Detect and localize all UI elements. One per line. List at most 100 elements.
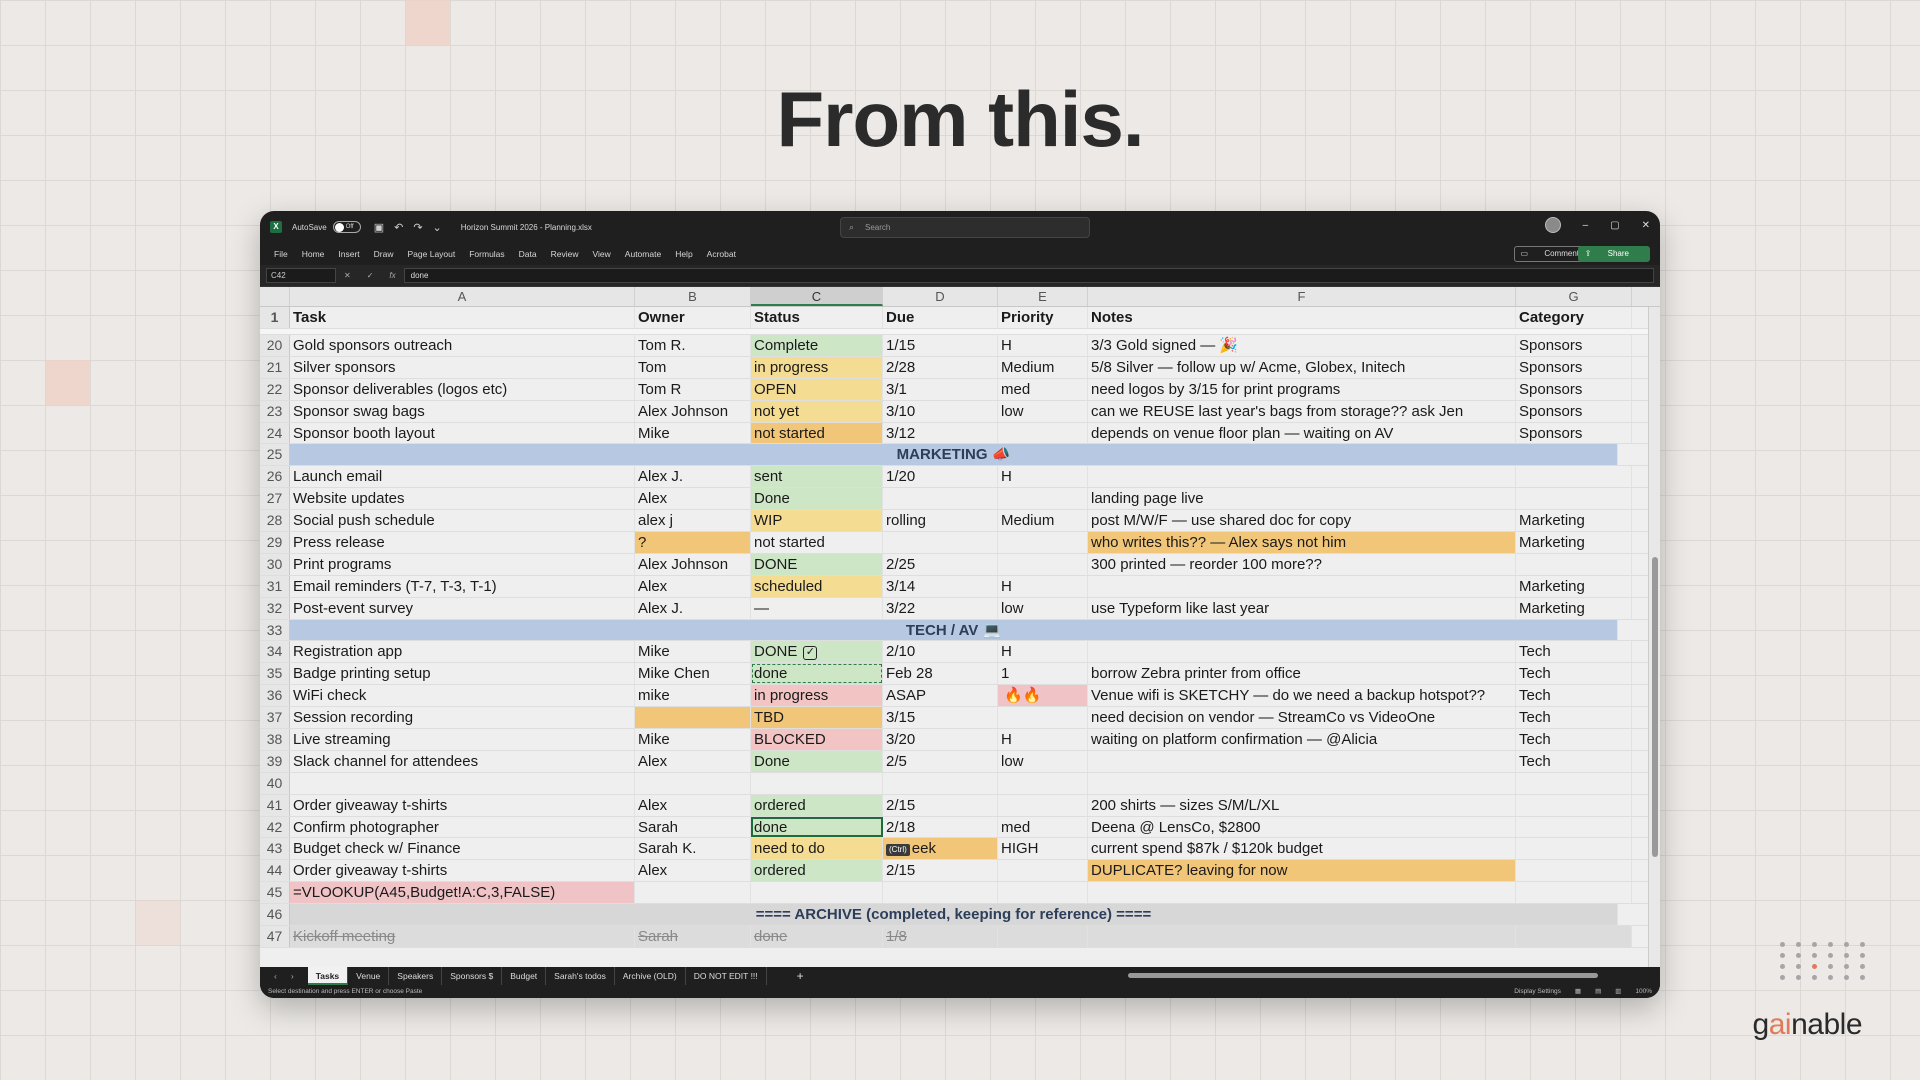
cell-g28[interactable]: Marketing	[1516, 510, 1632, 532]
cell-b29[interactable]: ?	[635, 532, 751, 553]
scroll-thumb[interactable]	[1652, 557, 1658, 857]
cell-b41[interactable]: Alex	[635, 794, 751, 816]
cell-f29[interactable]: who writes this?? — Alex says not him	[1088, 532, 1516, 553]
cell-d23[interactable]: 3/10	[883, 400, 998, 422]
section-header[interactable]: MARKETING 📣	[290, 444, 1618, 466]
cell-c23[interactable]: not yet	[751, 400, 883, 422]
cell-f38[interactable]: waiting on platform confirmation — @Alic…	[1088, 729, 1516, 750]
cell-d40[interactable]	[883, 772, 998, 794]
menu-data[interactable]: Data	[519, 249, 537, 259]
cell-b44[interactable]: Alex	[635, 860, 751, 882]
cell-g30[interactable]	[1516, 553, 1632, 575]
menu-draw[interactable]: Draw	[374, 249, 394, 259]
cell-g27[interactable]	[1516, 488, 1632, 510]
cell-d39[interactable]: 2/5	[883, 750, 998, 772]
cell-c38[interactable]: BLOCKED	[751, 729, 883, 750]
cell-d21[interactable]: 2/28	[883, 356, 998, 378]
row-number[interactable]: 38	[260, 729, 290, 750]
sheet-tab[interactable]: Tasks	[307, 967, 349, 985]
row-number[interactable]: 39	[260, 750, 290, 772]
cell-f40[interactable]	[1088, 772, 1516, 794]
cell-b28[interactable]: alex j	[635, 510, 751, 532]
row-number[interactable]: 43	[260, 838, 290, 860]
menu-home[interactable]: Home	[302, 249, 325, 259]
sheet-tab[interactable]: Speakers	[389, 967, 443, 985]
avatar[interactable]	[1544, 217, 1561, 233]
cell-c41[interactable]: ordered	[751, 794, 883, 816]
cell-d42[interactable]: 2/18	[883, 816, 998, 838]
cell-d26[interactable]: 1/20	[883, 466, 998, 488]
cell-e43[interactable]: HIGH	[998, 838, 1088, 860]
cell-b26[interactable]: Alex J.	[635, 466, 751, 488]
page-break-view-icon[interactable]: ▥	[1615, 985, 1621, 998]
cell-e45[interactable]	[998, 882, 1088, 904]
cell-g22[interactable]: Sponsors	[1516, 378, 1632, 400]
cell-a34[interactable]: Registration app	[290, 641, 635, 663]
row-number[interactable]: 41	[260, 794, 290, 816]
archive-header[interactable]: ==== ARCHIVE (completed, keeping for ref…	[290, 904, 1618, 926]
cell-g34[interactable]: Tech	[1516, 641, 1632, 663]
row-number[interactable]: 46	[260, 904, 290, 926]
column-header-b[interactable]: B	[635, 287, 751, 306]
row-number[interactable]: 27	[260, 488, 290, 510]
cell-c34[interactable]: DONE ✓	[751, 641, 883, 663]
tab-prev-icon[interactable]: ‹	[274, 971, 277, 981]
cell-g32[interactable]: Marketing	[1516, 597, 1632, 619]
document-title[interactable]: Horizon Summit 2026 - Planning.xlsx	[461, 223, 592, 232]
cell-d37[interactable]: 3/15	[883, 707, 998, 729]
cell-g20[interactable]: Sponsors	[1516, 335, 1632, 356]
horizontal-scrollbar[interactable]	[1118, 972, 1648, 980]
cell-e38[interactable]: H	[998, 729, 1088, 750]
column-header-a[interactable]: A	[290, 287, 635, 306]
cell-g42[interactable]	[1516, 816, 1632, 838]
cell-e42[interactable]: med	[998, 816, 1088, 838]
cell-b20[interactable]: Tom R.	[635, 335, 751, 356]
row-number[interactable]: 28	[260, 510, 290, 532]
cell-d27[interactable]	[883, 488, 998, 510]
cell-a47[interactable]: Kickoff meeting	[290, 926, 635, 947]
cell-g45[interactable]	[1516, 882, 1632, 904]
cell-f30[interactable]: 300 printed — reorder 100 more??	[1088, 553, 1516, 575]
menu-insert[interactable]: Insert	[338, 249, 359, 259]
cell-d28[interactable]: rolling	[883, 510, 998, 532]
cell-d35[interactable]: Feb 28	[883, 663, 998, 685]
cell-b21[interactable]: Tom	[635, 356, 751, 378]
column-header-f[interactable]: F	[1088, 287, 1516, 306]
cell-a43[interactable]: Budget check w/ Finance	[290, 838, 635, 860]
cell-g38[interactable]: Tech	[1516, 729, 1632, 750]
cell-c35[interactable]: done	[751, 663, 883, 685]
customize-toolbar-icon[interactable]: ⌄	[433, 221, 442, 234]
row-number[interactable]: 44	[260, 860, 290, 882]
cell-a42[interactable]: Confirm photographer	[290, 816, 635, 838]
cell-c26[interactable]: sent	[751, 466, 883, 488]
cell-d22[interactable]: 3/1	[883, 378, 998, 400]
cell-c40[interactable]	[751, 772, 883, 794]
cell-e26[interactable]: H	[998, 466, 1088, 488]
cell-b22[interactable]: Tom R	[635, 378, 751, 400]
cell-a31[interactable]: Email reminders (T-7, T-3, T-1)	[290, 575, 635, 597]
cell-d41[interactable]: 2/15	[883, 794, 998, 816]
cell-f43[interactable]: current spend $87k / $120k budget	[1088, 838, 1516, 860]
select-all-corner[interactable]	[260, 287, 290, 306]
cell-a38[interactable]: Live streaming	[290, 729, 635, 750]
cell-g41[interactable]	[1516, 794, 1632, 816]
page-layout-view-icon[interactable]: ▤	[1595, 985, 1601, 998]
header-cell[interactable]: Notes	[1088, 307, 1516, 328]
cell-f31[interactable]	[1088, 575, 1516, 597]
row-number[interactable]: 1	[260, 307, 290, 328]
column-header-d[interactable]: D	[883, 287, 998, 306]
redo-icon[interactable]: ↷	[413, 221, 422, 234]
cell-a32[interactable]: Post-event survey	[290, 597, 635, 619]
cell-a40[interactable]	[290, 772, 635, 794]
cell-d32[interactable]: 3/22	[883, 597, 998, 619]
cell-b23[interactable]: Alex Johnson	[635, 400, 751, 422]
cell-d20[interactable]: 1/15	[883, 335, 998, 356]
enter-icon[interactable]: ✓	[367, 271, 374, 280]
cell-g35[interactable]: Tech	[1516, 663, 1632, 685]
cell-b32[interactable]: Alex J.	[635, 597, 751, 619]
menu-automate[interactable]: Automate	[625, 249, 661, 259]
cell-b35[interactable]: Mike Chen	[635, 663, 751, 685]
function-icon[interactable]: fx	[389, 271, 395, 280]
sheet-tab[interactable]: Budget	[502, 967, 547, 985]
cell-f34[interactable]	[1088, 641, 1516, 663]
